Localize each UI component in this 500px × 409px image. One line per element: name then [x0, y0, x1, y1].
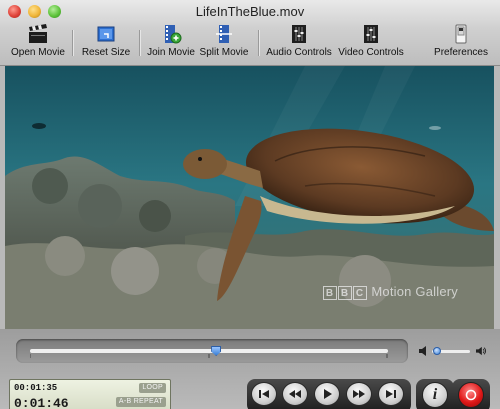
elapsed-time-small: 00:01:35 [14, 383, 58, 393]
rewind-button[interactable] [282, 382, 308, 406]
split-movie-button[interactable]: Split Movie [198, 24, 250, 62]
bbc-logo-letter: B [322, 286, 337, 300]
film-split-icon [213, 24, 235, 44]
record-button[interactable] [458, 382, 484, 408]
audio-controls-button[interactable]: Audio Controls [265, 24, 333, 62]
record-button-well [452, 379, 490, 409]
resize-icon [95, 24, 117, 44]
app-window: LifeInTheBlue.mov Open Movie Reset Size … [0, 0, 500, 409]
volume-high-icon [476, 346, 486, 356]
toolbar-divider [72, 30, 73, 56]
skip-to-end-icon [386, 390, 396, 398]
skip-to-start-icon [259, 390, 269, 398]
scrubber-track[interactable] [30, 349, 388, 353]
rewind-icon [289, 390, 301, 398]
video-watermark: BBC Motion Gallery [322, 284, 458, 300]
reset-size-label: Reset Size [81, 47, 131, 58]
scrubber-ticks [30, 354, 388, 358]
video-sliders-icon [360, 24, 382, 44]
skip-to-start-button[interactable] [251, 382, 277, 406]
ab-repeat-toggle[interactable]: A-B REPEAT [115, 397, 166, 407]
clapperboard-icon [27, 24, 49, 44]
preferences-switch-icon [450, 24, 472, 44]
split-movie-label: Split Movie [199, 47, 249, 58]
video-controls-button[interactable]: Video Controls [338, 24, 404, 62]
audio-sliders-icon [288, 24, 310, 44]
window-title: LifeInTheBlue.mov [195, 4, 305, 19]
join-movie-button[interactable]: Join Movie [146, 24, 196, 62]
toolbar-divider [258, 30, 259, 56]
info-button-well: i [416, 379, 454, 409]
preferences-button[interactable]: Preferences [434, 24, 488, 62]
skip-to-end-button[interactable] [378, 382, 404, 406]
open-movie-button[interactable]: Open Movie [10, 24, 66, 62]
reset-size-button[interactable]: Reset Size [80, 24, 132, 62]
volume-thumb[interactable] [432, 347, 441, 355]
title-bar: LifeInTheBlue.mov Open Movie Reset Size … [0, 0, 500, 66]
watermark-text: Motion Gallery [371, 284, 458, 299]
fast-forward-icon [353, 390, 365, 398]
time-display: 00:01:35 0:01:46 LOOP A-B REPEAT [9, 379, 171, 409]
info-icon: i [432, 386, 438, 403]
scrubber[interactable] [16, 339, 408, 363]
info-button[interactable]: i [422, 382, 448, 408]
bbc-logo-letter: C [352, 286, 367, 300]
toolbar-divider [139, 30, 140, 56]
film-add-icon [160, 24, 182, 44]
audio-controls-label: Audio Controls [266, 47, 332, 58]
record-icon [465, 389, 477, 401]
bbc-logo-letter: B [337, 286, 352, 300]
fast-forward-button[interactable] [346, 382, 372, 406]
current-time: 0:01:46 [14, 396, 69, 409]
preferences-label: Preferences [434, 47, 488, 58]
play-button[interactable] [314, 382, 340, 406]
play-icon [324, 389, 332, 399]
open-movie-label: Open Movie [11, 47, 65, 58]
video-controls-label: Video Controls [338, 47, 404, 58]
join-movie-label: Join Movie [147, 47, 195, 58]
loop-toggle[interactable]: LOOP [139, 383, 166, 393]
transport-controls [247, 379, 411, 409]
volume-low-icon [419, 346, 426, 356]
video-frame[interactable]: BBC Motion Gallery [5, 66, 494, 329]
toolbar: Open Movie Reset Size Join Movie Split M… [0, 22, 500, 64]
playback-controls: 00:01:35 0:01:46 LOOP A-B REPEAT i [0, 329, 500, 409]
